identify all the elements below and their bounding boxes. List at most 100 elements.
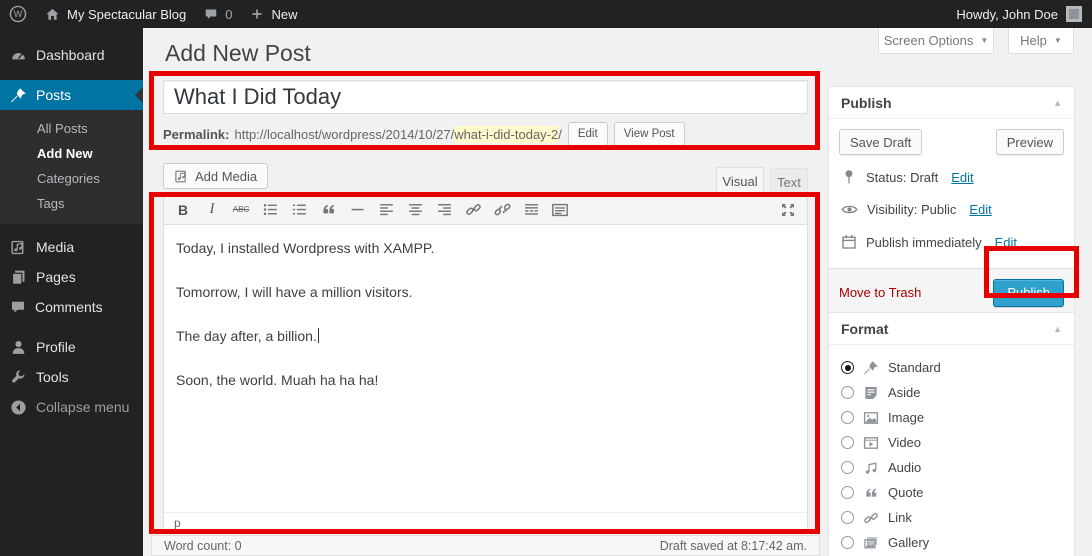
pushpin-icon (863, 360, 879, 376)
add-media-button[interactable]: Add Media (163, 163, 268, 189)
user-avatar[interactable] (1066, 6, 1082, 22)
bulleted-list-button[interactable] (257, 198, 283, 222)
image-icon (863, 410, 879, 426)
calendar-icon (841, 234, 857, 250)
tab-text[interactable]: Text (770, 168, 808, 195)
editor-toolbar: B I ABC (164, 195, 807, 225)
bold-button[interactable]: B (170, 198, 196, 222)
new-content-menu[interactable]: New (241, 0, 306, 28)
visibility-row: Visibility: Public Edit (839, 193, 1064, 226)
editor-content-area[interactable]: Today, I installed Wordpress with XAMPP.… (164, 225, 807, 512)
editor-paragraph: Tomorrow, I will have a million visitors… (176, 282, 795, 302)
radio-gallery[interactable] (841, 536, 854, 549)
remove-link-button[interactable] (489, 198, 515, 222)
submenu-item-tags[interactable]: Tags (0, 191, 143, 216)
tab-visual[interactable]: Visual (716, 167, 764, 195)
preview-button[interactable]: Preview (996, 129, 1064, 155)
permalink-slug[interactable]: what-i-did-today-2 (454, 126, 558, 143)
radio-link[interactable] (841, 511, 854, 524)
publishing-actions: Move to Trash Publish (829, 268, 1074, 316)
posts-submenu: All Posts Add New Categories Tags (0, 110, 143, 224)
sidebar-item-posts[interactable]: Posts (0, 80, 143, 110)
submenu-item-add-new[interactable]: Add New (0, 141, 143, 166)
numbered-list-button[interactable] (286, 198, 312, 222)
comment-bubble-icon (204, 7, 218, 21)
radio-standard[interactable] (841, 361, 854, 374)
comments-shortcut[interactable]: 0 (195, 0, 241, 28)
sidebar-item-comments[interactable]: Comments (0, 292, 143, 322)
publish-panel-title: Publish (841, 95, 892, 111)
blockquote-button[interactable] (315, 198, 341, 222)
format-option-audio[interactable]: Audio (839, 455, 1064, 480)
screen-options-button[interactable]: Screen Options ▼ (878, 28, 994, 54)
panel-toggle-icon[interactable]: ▲ (1053, 324, 1062, 334)
format-option-standard[interactable]: Standard (839, 355, 1064, 380)
numbered-list-icon (291, 201, 308, 218)
audio-icon (863, 460, 879, 476)
permalink-label: Permalink: (163, 127, 229, 142)
format-option-image[interactable]: Image (839, 405, 1064, 430)
format-panel-header[interactable]: Format ▲ (829, 313, 1074, 345)
publish-panel: Publish ▲ Save Draft Preview Status: Dra… (828, 86, 1075, 317)
submenu-item-categories[interactable]: Categories (0, 166, 143, 191)
radio-image[interactable] (841, 411, 854, 424)
radio-audio[interactable] (841, 461, 854, 474)
insert-more-tag-button[interactable] (518, 198, 544, 222)
sidebar-item-dashboard[interactable]: Dashboard (0, 40, 143, 70)
edit-status-link[interactable]: Edit (951, 170, 973, 185)
user-icon (10, 339, 27, 356)
submenu-item-all-posts[interactable]: All Posts (0, 116, 143, 141)
new-label: New (271, 7, 297, 22)
format-option-aside[interactable]: Aside (839, 380, 1064, 405)
wordpress-logo-menu[interactable] (0, 0, 36, 28)
sidebar-item-tools[interactable]: Tools (0, 362, 143, 392)
schedule-row: Publish immediately Edit (839, 226, 1064, 258)
sidebar-item-profile[interactable]: Profile (0, 332, 143, 362)
fullscreen-button[interactable] (775, 198, 801, 222)
format-option-gallery[interactable]: Gallery (839, 530, 1064, 555)
format-option-link[interactable]: Link (839, 505, 1064, 530)
home-icon (45, 7, 60, 22)
move-to-trash-link[interactable]: Move to Trash (839, 285, 921, 300)
sidebar-item-pages[interactable]: Pages (0, 262, 143, 292)
align-right-button[interactable] (431, 198, 457, 222)
sidebar-item-collapse-menu[interactable]: Collapse menu (0, 392, 143, 422)
site-name-link[interactable]: My Spectacular Blog (36, 0, 195, 28)
post-title-input[interactable] (163, 80, 808, 114)
sidebar-item-media[interactable]: Media (0, 232, 143, 262)
publish-panel-header[interactable]: Publish ▲ (829, 87, 1074, 119)
insert-link-button[interactable] (460, 198, 486, 222)
edit-schedule-link[interactable]: Edit (995, 235, 1017, 250)
howdy-user-menu[interactable]: Howdy, John Doe (956, 7, 1058, 22)
video-icon (863, 435, 879, 451)
quote-icon (863, 485, 879, 501)
radio-quote[interactable] (841, 486, 854, 499)
help-button[interactable]: Help ▼ (1008, 28, 1074, 54)
align-left-button[interactable] (373, 198, 399, 222)
toolbar-toggle-button[interactable] (547, 198, 573, 222)
save-draft-button[interactable]: Save Draft (839, 129, 922, 155)
radio-video[interactable] (841, 436, 854, 449)
editor-paragraph: Soon, the world. Muah ha ha ha! (176, 370, 795, 390)
aside-icon (863, 385, 879, 401)
format-option-video[interactable]: Video (839, 430, 1064, 455)
horizontal-rule-button[interactable] (344, 198, 370, 222)
panel-toggle-icon[interactable]: ▲ (1053, 98, 1062, 108)
draft-saved-status: Draft saved at 8:17:42 am. (660, 539, 807, 553)
publish-button[interactable]: Publish (993, 279, 1064, 307)
radio-aside[interactable] (841, 386, 854, 399)
link-icon (863, 510, 879, 526)
permalink-base-url: http://localhost/wordpress/2014/10/27/ (234, 127, 454, 142)
current-menu-arrow (135, 87, 143, 103)
wordpress-admin-screen: My Spectacular Blog 0 New Howdy, John Do… (0, 0, 1092, 556)
chevron-down-icon: ▼ (1054, 36, 1062, 45)
edit-permalink-button[interactable]: Edit (568, 122, 608, 146)
strikethrough-button[interactable]: ABC (228, 198, 254, 222)
view-post-button[interactable]: View Post (614, 122, 685, 146)
align-center-button[interactable] (402, 198, 428, 222)
format-option-quote[interactable]: Quote (839, 480, 1064, 505)
italic-button[interactable]: I (199, 198, 225, 222)
edit-visibility-link[interactable]: Edit (969, 202, 991, 217)
horizontal-rule-icon (349, 201, 366, 218)
unlink-icon (494, 201, 511, 218)
